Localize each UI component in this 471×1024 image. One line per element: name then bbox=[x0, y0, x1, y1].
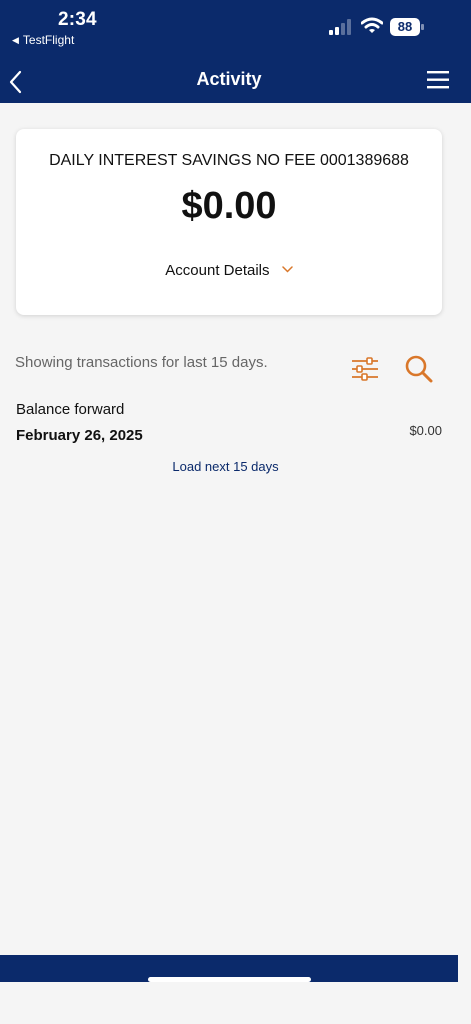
back-to-app-link[interactable]: ◀ TestFlight bbox=[12, 33, 74, 47]
balance-forward-amount: $0.00 bbox=[409, 423, 442, 438]
load-next-15-days-link[interactable]: Load next 15 days bbox=[0, 459, 451, 474]
back-app-label: TestFlight bbox=[22, 33, 75, 47]
hamburger-menu-icon[interactable] bbox=[425, 69, 451, 91]
back-triangle-icon: ◀ bbox=[12, 34, 19, 45]
page-title: Activity bbox=[196, 69, 262, 89]
battery-level: 88 bbox=[397, 19, 413, 34]
chevron-down-icon bbox=[281, 266, 293, 273]
status-time: 2:34 bbox=[58, 9, 97, 30]
account-card: DAILY INTEREST SAVINGS NO FEE 0001389688… bbox=[16, 129, 442, 315]
home-indicator[interactable] bbox=[148, 977, 311, 982]
signal-icon bbox=[329, 19, 351, 35]
account-balance: $0.00 bbox=[181, 185, 277, 227]
account-details-toggle[interactable]: Account Details bbox=[16, 262, 442, 279]
top-bar: 2:34 ◀ TestFlight 88 Activity bbox=[0, 0, 471, 103]
filter-sliders-icon[interactable] bbox=[351, 356, 379, 382]
wifi-icon bbox=[361, 17, 383, 33]
balance-forward-label: Balance forward bbox=[16, 401, 125, 418]
search-icon[interactable] bbox=[404, 354, 434, 384]
showing-transactions-text: Showing transactions for last 15 days. bbox=[15, 354, 268, 371]
account-name: DAILY INTEREST SAVINGS NO FEE 0001389688 bbox=[49, 152, 409, 169]
balance-forward-date: February 26, 2025 bbox=[16, 427, 143, 444]
account-details-label: Account Details bbox=[165, 262, 270, 279]
